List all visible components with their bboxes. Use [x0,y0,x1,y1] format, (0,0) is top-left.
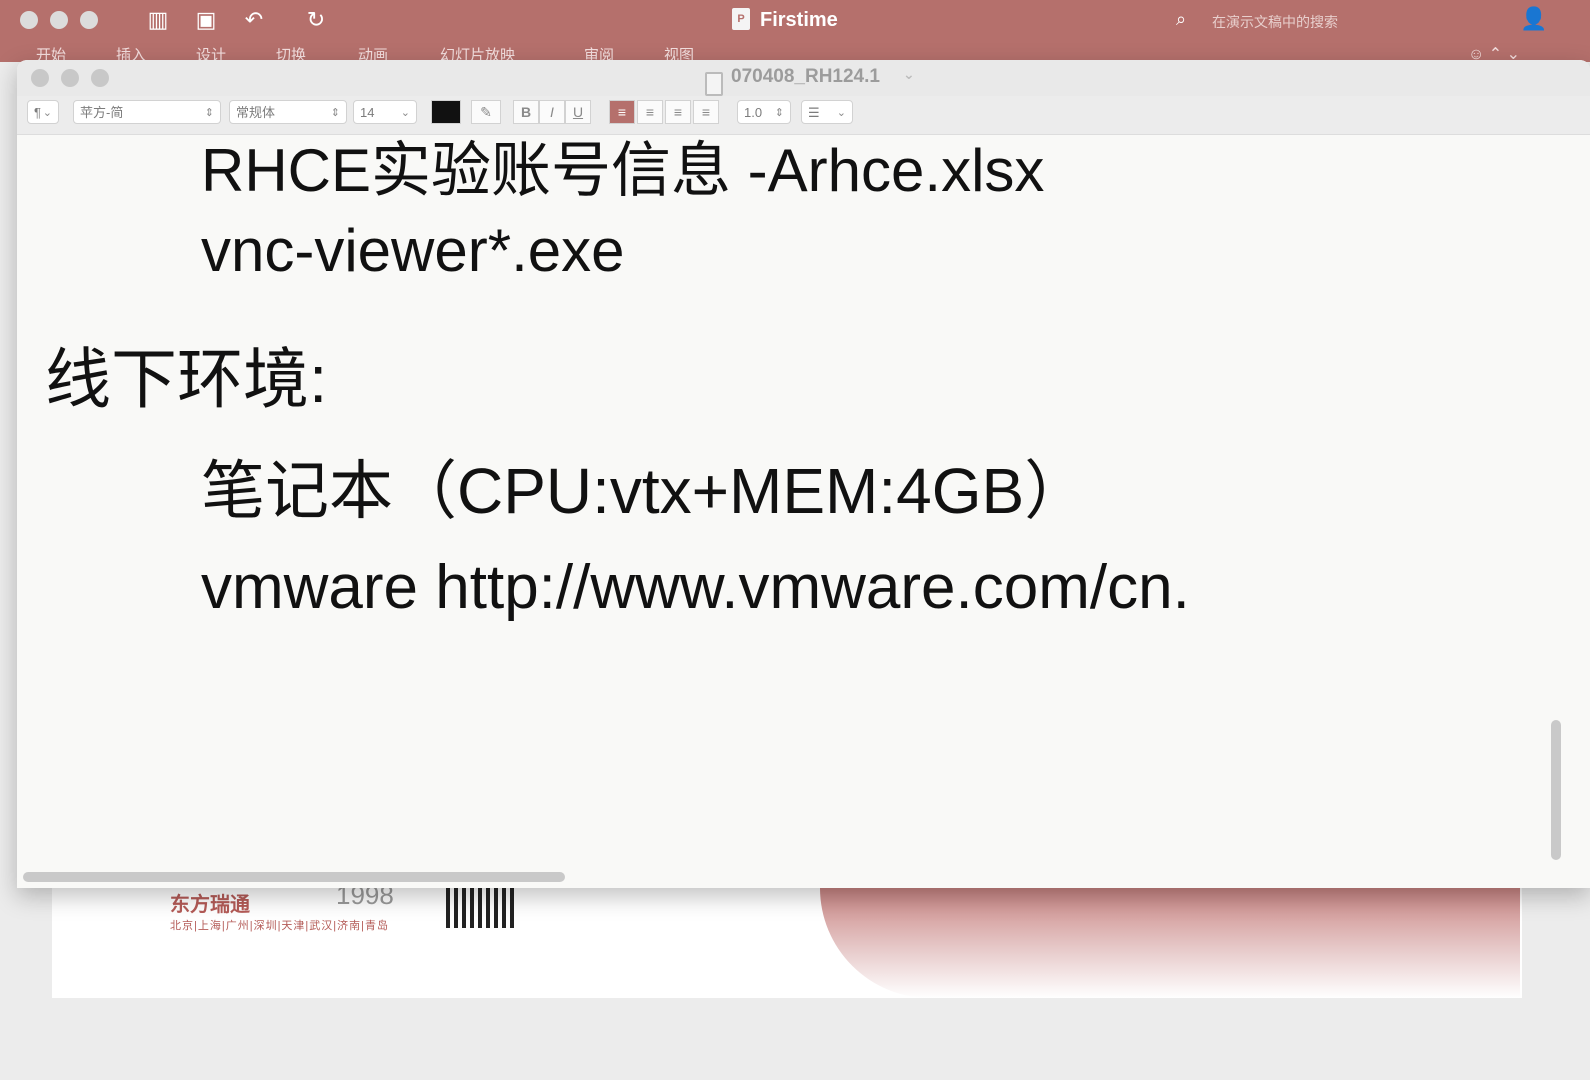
font-family-value: 苹方-简 [80,105,124,120]
share-icon[interactable]: 👤 [1520,6,1547,32]
document-window: 070408_RH124.1 ⌄ ¶ ⌄ 苹方-简 ⇕ 常规体 ⇕ 14 ⌄ ✎… [17,60,1590,888]
align-right-icon[interactable]: ≡ [665,100,691,124]
paragraph-style-select[interactable]: ¶ ⌄ [27,100,59,124]
close-window-button[interactable] [20,11,38,29]
doc-zoom-button[interactable] [91,69,109,87]
line-spacing-value: 1.0 [744,105,763,120]
italic-button[interactable]: I [539,100,565,124]
align-justify-icon[interactable]: ≡ [693,100,719,124]
powerpoint-titlebar: ▥ ▣ ↶ ↻ P Firstime ⌕ 在演示文稿中的搜索 👤 开始 插入 设… [0,0,1590,64]
search-box[interactable]: ⌕ 在演示文稿中的搜索 [1176,9,1436,33]
minimize-window-button[interactable] [50,11,68,29]
text-line: vmware http://www.vmware.com/cn. [201,553,1190,622]
powerpoint-title: Firstime [760,9,838,31]
doc-minimize-button[interactable] [61,69,79,87]
document-body[interactable]: RHCE实验账号信息 -Arhce.xlsx vnc-viewer*.exe 线… [17,134,1590,888]
undo-icon[interactable]: ↶ [238,6,270,34]
font-style-value: 常规体 [236,105,276,120]
doc-close-button[interactable] [31,69,49,87]
document-icon [705,72,723,96]
vertical-scrollbar[interactable] [1551,720,1561,860]
font-style-select[interactable]: 常规体 ⇕ [229,100,347,124]
highlight-color-icon[interactable]: ✎ [471,100,501,124]
bold-button[interactable]: B [513,100,539,124]
list-icon: ☰ [808,105,820,120]
qr-code [446,888,518,928]
font-size-select[interactable]: 14 ⌄ [353,100,417,124]
text-line: vnc-viewer*.exe [201,217,625,284]
powerpoint-file-icon: P [732,8,750,30]
chevron-down-icon[interactable]: ⌄ [903,66,915,83]
font-size-value: 14 [360,105,375,120]
text-line: RHCE实验账号信息 -Arhce.xlsx [201,137,1045,204]
list-style-select[interactable]: ☰ ⌄ [801,100,853,124]
sidebar-toggle-icon[interactable]: ▥ [142,6,174,34]
chevron-down-icon: ⌄ [42,107,52,119]
text-color-button[interactable] [431,100,461,124]
document-title-text: 070408_RH124.1 [731,66,880,87]
slide-logo: 东方瑞通 [170,894,250,916]
underline-button[interactable]: U [565,100,591,124]
align-center-icon[interactable]: ≡ [637,100,663,124]
paragraph-style-value: ¶ [34,105,41,120]
zoom-window-button[interactable] [80,11,98,29]
document-titlebar: 070408_RH124.1 ⌄ [17,60,1590,96]
text-line: 线下环境: [45,342,328,416]
line-spacing-select[interactable]: 1.0 ⇕ [737,100,791,124]
redo-icon[interactable]: ↻ [300,6,332,34]
slide-cities: 北京|上海|广州|深圳|天津|武汉|济南|青岛 [170,920,390,932]
align-left-icon[interactable]: ≡ [609,100,635,124]
horizontal-scrollbar[interactable] [23,872,565,882]
search-icon: ⌕ [1176,9,1187,29]
search-placeholder: 在演示文稿中的搜索 [1212,14,1338,30]
text-line: 笔记本（CPU:vtx+MEM:4GB） [201,455,1089,527]
slide-decoration [820,888,1520,998]
font-family-select[interactable]: 苹方-简 ⇕ [73,100,221,124]
save-icon[interactable]: ▣ [190,6,222,34]
